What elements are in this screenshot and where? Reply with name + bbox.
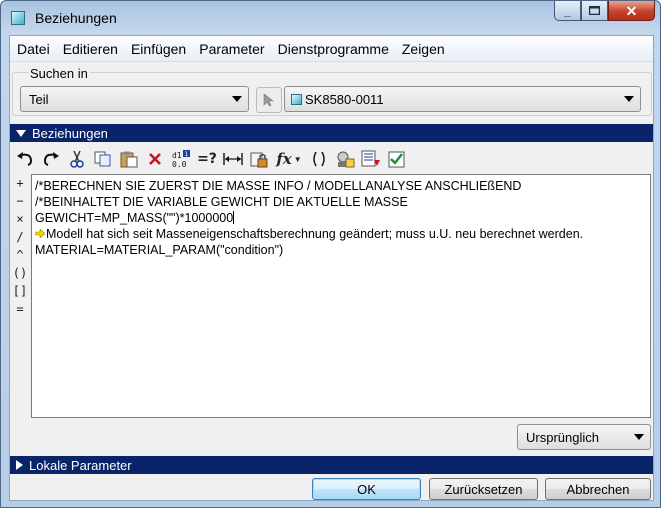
relations-section-title: Beziehungen [32,125,108,141]
menu-editieren[interactable]: Editieren [63,41,118,57]
menu-datei[interactable]: Datei [17,41,50,57]
menu-bar: Datei Editieren Einfügen Parameter Diens… [10,36,653,62]
local-params-section-header[interactable]: Lokale Parameter [10,456,653,474]
copy-button[interactable] [92,148,114,170]
operator-plus[interactable]: + [12,176,28,194]
local-params-section-title: Lokale Parameter [29,457,132,473]
relation-line: GEWICHT=MP_MASS("")*1000000 [35,210,647,226]
window-title: Beziehungen [35,10,117,26]
relations-toolbar: d1 1 0.0 =? fx ▼ [10,146,653,172]
cut-button[interactable] [66,148,88,170]
delete-button[interactable] [144,148,166,170]
relation-line: MATERIAL=MATERIAL_PARAM("condition") [35,243,284,257]
lock-units-icon [250,152,268,168]
evaluate-button[interactable]: =? [196,148,218,170]
svg-text:d1: d1 [172,151,182,160]
chevron-down-icon [634,434,644,440]
insert-function-button[interactable]: fx ▼ [274,148,304,170]
parentheses-button[interactable] [308,148,330,170]
svg-text:0.0: 0.0 [172,160,187,168]
pick-model-button[interactable] [256,87,282,113]
operator-minus[interactable]: − [12,194,28,212]
cancel-button[interactable]: Abbrechen [545,478,651,500]
svg-text:1: 1 [185,151,189,158]
menu-dienstprogramme[interactable]: Dienstprogramme [278,41,389,57]
redo-button[interactable] [40,148,62,170]
operator-parentheses[interactable]: () [12,266,28,284]
app-icon [11,11,25,25]
show-values-button[interactable]: d1 1 0.0 [170,148,192,170]
close-icon: ✕ [625,2,638,19]
relation-line: /*BEINHALTET DIE VARIABLE GEWICHT DIE AK… [35,195,408,209]
operator-multiply[interactable]: × [12,212,28,230]
value-display-value: Ursprünglich [526,429,599,445]
chevron-down-icon [232,96,242,102]
scope-select-value: Teil [29,91,49,107]
chevron-down-icon [624,96,634,102]
cursor-arrow-icon [263,93,274,107]
copy-icon [94,151,111,167]
maximize-icon [589,6,600,15]
relations-section-header[interactable]: Beziehungen [10,124,653,142]
operator-power[interactable]: ^ [12,248,28,266]
operator-brackets[interactable]: [] [12,284,28,302]
dimension-button[interactable] [222,148,244,170]
operator-equals[interactable]: = [12,302,28,320]
part-icon [291,93,302,105]
verify-icon [361,150,380,167]
model-select-value: SK8580-0011 [305,91,384,107]
warning-line: Modell hat sich seit Masseneigenschaftsb… [35,226,647,242]
evaluate-icon: =? [197,151,217,167]
title-bar[interactable]: Beziehungen _ ✕ [1,1,660,35]
delete-icon [149,153,161,165]
chevron-down-icon: ▼ [293,154,302,164]
window-controls: _ ✕ [554,1,655,21]
relations-editor[interactable]: /*BERECHNEN SIE ZUERST DIE MASSE INFO / … [31,174,651,418]
menu-zeigen[interactable]: Zeigen [402,41,445,57]
maximize-button[interactable] [581,1,608,21]
collapse-triangle-icon [16,129,26,137]
warning-arrow-icon [35,229,45,238]
text-caret [233,211,235,224]
check-icon [388,151,405,167]
dimension-icon [223,153,243,165]
paste-button[interactable] [118,148,140,170]
expand-triangle-icon [16,460,23,470]
operator-divide[interactable]: / [12,230,28,248]
check-button[interactable] [386,148,408,170]
relation-line-text: GEWICHT=MP_MASS("")*1000000 [35,211,234,225]
reset-button[interactable]: Zurücksetzen [429,478,538,500]
sort-icon [337,151,355,168]
minimize-button[interactable]: _ [554,1,581,21]
dialog-window: Beziehungen _ ✕ Datei Editieren Einfügen… [0,0,661,508]
close-button[interactable]: ✕ [608,1,655,21]
cut-icon [70,150,84,168]
redo-icon [43,152,59,166]
lock-units-button[interactable] [248,148,270,170]
menu-einfuegen[interactable]: Einfügen [131,41,186,57]
parentheses-icon [313,151,325,167]
scope-select[interactable]: Teil [20,86,249,112]
operator-palette: + − × / ^ () [] = [12,176,28,320]
relation-line: /*BERECHNEN SIE ZUERST DIE MASSE INFO / … [35,179,522,193]
function-icon: fx [276,150,292,168]
search-label: Suchen in [28,66,90,81]
paste-icon [120,151,138,167]
warning-message: Modell hat sich seit Masseneigenschaftsb… [46,227,584,241]
undo-button[interactable] [14,148,36,170]
undo-icon [17,152,33,166]
verify-button[interactable] [360,148,382,170]
value-display-select[interactable]: Ursprünglich [517,424,651,450]
sort-relations-button[interactable] [334,148,356,170]
show-values-icon: d1 1 0.0 [172,150,190,168]
minimize-icon: _ [564,3,571,18]
model-select[interactable]: SK8580-0011 [284,86,641,112]
ok-button[interactable]: OK [312,478,421,500]
menu-parameter[interactable]: Parameter [199,41,264,57]
dialog-client-area: Datei Editieren Einfügen Parameter Diens… [9,35,654,501]
